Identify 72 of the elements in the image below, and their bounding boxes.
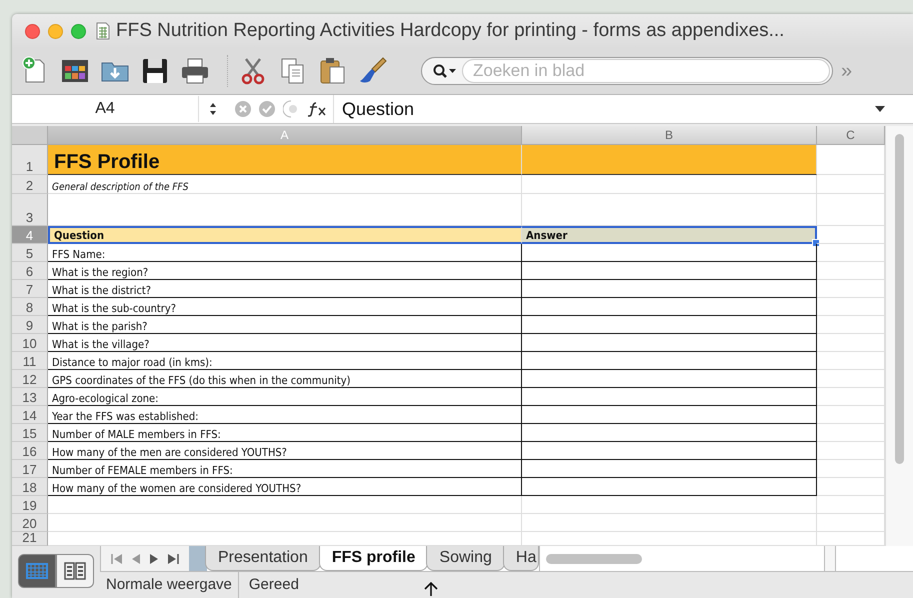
view-button[interactable] xyxy=(56,554,94,588)
column-header[interactable]: C xyxy=(817,126,885,145)
previous-sheet-icon[interactable] xyxy=(131,554,141,564)
formula-field[interactable]: Question xyxy=(333,95,862,123)
last-sheet-icon[interactable] xyxy=(167,554,179,564)
search-field[interactable]: Zoeken in blad xyxy=(421,57,833,85)
row-header[interactable]: 19 xyxy=(12,496,48,514)
table-cell: Agro-ecological zone: xyxy=(48,388,522,406)
status-view-label: Normale weergave xyxy=(100,572,239,598)
row-header[interactable]: 17 xyxy=(12,460,48,478)
scroll-thumb[interactable] xyxy=(546,554,642,564)
table-cell: Year the FFS was established: xyxy=(48,406,522,424)
table-cell: Number of FEMALE members in FFS: xyxy=(48,460,522,478)
table-cell: What is the parish? xyxy=(48,316,522,334)
row-header[interactable]: 3 xyxy=(12,194,48,226)
row-header[interactable]: 18 xyxy=(12,478,48,496)
mouse-pointer-icon xyxy=(423,582,439,596)
sheet-tab[interactable]: FFS profile xyxy=(318,546,428,571)
row-header[interactable]: 20 xyxy=(12,514,48,532)
fill-handle[interactable] xyxy=(812,239,820,247)
row-header[interactable]: 1 xyxy=(12,145,48,175)
horizontal-scrollbar[interactable] xyxy=(539,546,824,571)
window-title: FFS Nutrition Reporting Activities Hardcopy for printing - forms as appendixes... xyxy=(116,20,784,42)
sheet-tab[interactable]: Presentation xyxy=(205,546,321,571)
column-header[interactable]: B xyxy=(522,126,817,145)
first-sheet-icon[interactable] xyxy=(111,554,123,564)
row-header[interactable]: 21 xyxy=(12,532,48,546)
cell-reference-field[interactable]: A4 xyxy=(12,96,199,122)
row-header[interactable]: 15 xyxy=(12,424,48,442)
split-handle[interactable] xyxy=(824,546,836,571)
stepper-icon[interactable] xyxy=(209,102,217,116)
table-cell: How many of the men are considered YOUTHS? xyxy=(48,442,522,460)
table-cell: What is the district? xyxy=(48,280,522,298)
close-button[interactable] xyxy=(25,24,40,38)
printer-icon[interactable] xyxy=(180,56,210,86)
next-sheet-icon[interactable] xyxy=(149,554,159,564)
row-header[interactable]: 6 xyxy=(12,262,48,280)
row-header[interactable]: 12 xyxy=(12,370,48,388)
table-cell: Number of MALE members in FFS: xyxy=(48,424,522,442)
table-cell: What is the sub-country? xyxy=(48,298,522,316)
table-cell: General description of the FFS xyxy=(48,175,522,194)
table-cell: Distance to major road (in kms): xyxy=(48,352,522,370)
sheet-tab[interactable]: Sowing xyxy=(426,546,505,571)
scroll-thumb[interactable] xyxy=(895,134,904,464)
spreadsheet-document-icon xyxy=(96,22,110,40)
row-header[interactable]: 9 xyxy=(12,316,48,334)
zoom-button[interactable] xyxy=(71,24,86,38)
vertical-scrollbar[interactable] xyxy=(885,126,913,546)
sheet-tab[interactable]: Ha xyxy=(502,546,540,571)
dropdown-icon[interactable] xyxy=(875,106,885,112)
row-header[interactable]: 11 xyxy=(12,352,48,370)
function-icon[interactable] xyxy=(307,101,327,117)
row-header[interactable]: 7 xyxy=(12,280,48,298)
status-text: Gereed xyxy=(248,576,300,593)
table-cell: What is the region? xyxy=(48,262,522,280)
table-cell: GPS coordinates of the FFS (do this when in the community) xyxy=(48,370,522,388)
row-header[interactable]: 2 xyxy=(12,175,48,194)
row-header[interactable]: 13 xyxy=(12,388,48,406)
table-cell: FFS Name: xyxy=(48,244,522,262)
row-header[interactable]: 16 xyxy=(12,442,48,460)
row-header[interactable]: 14 xyxy=(12,406,48,424)
table-cell: Answer xyxy=(522,226,817,244)
table-cell: FFS Profile xyxy=(48,145,522,175)
table-cell: Question xyxy=(48,226,522,244)
row-header[interactable]: 8 xyxy=(12,298,48,316)
table-cell: What is the village? xyxy=(48,334,522,352)
grid-icon xyxy=(26,563,48,579)
table-cell: How many of the women are considered YOUTHS? xyxy=(48,478,522,496)
page-layout-icon xyxy=(64,562,86,580)
search-icon[interactable] xyxy=(432,63,458,79)
row-header[interactable]: 10 xyxy=(12,334,48,352)
row-header[interactable]: 5 xyxy=(12,244,48,262)
